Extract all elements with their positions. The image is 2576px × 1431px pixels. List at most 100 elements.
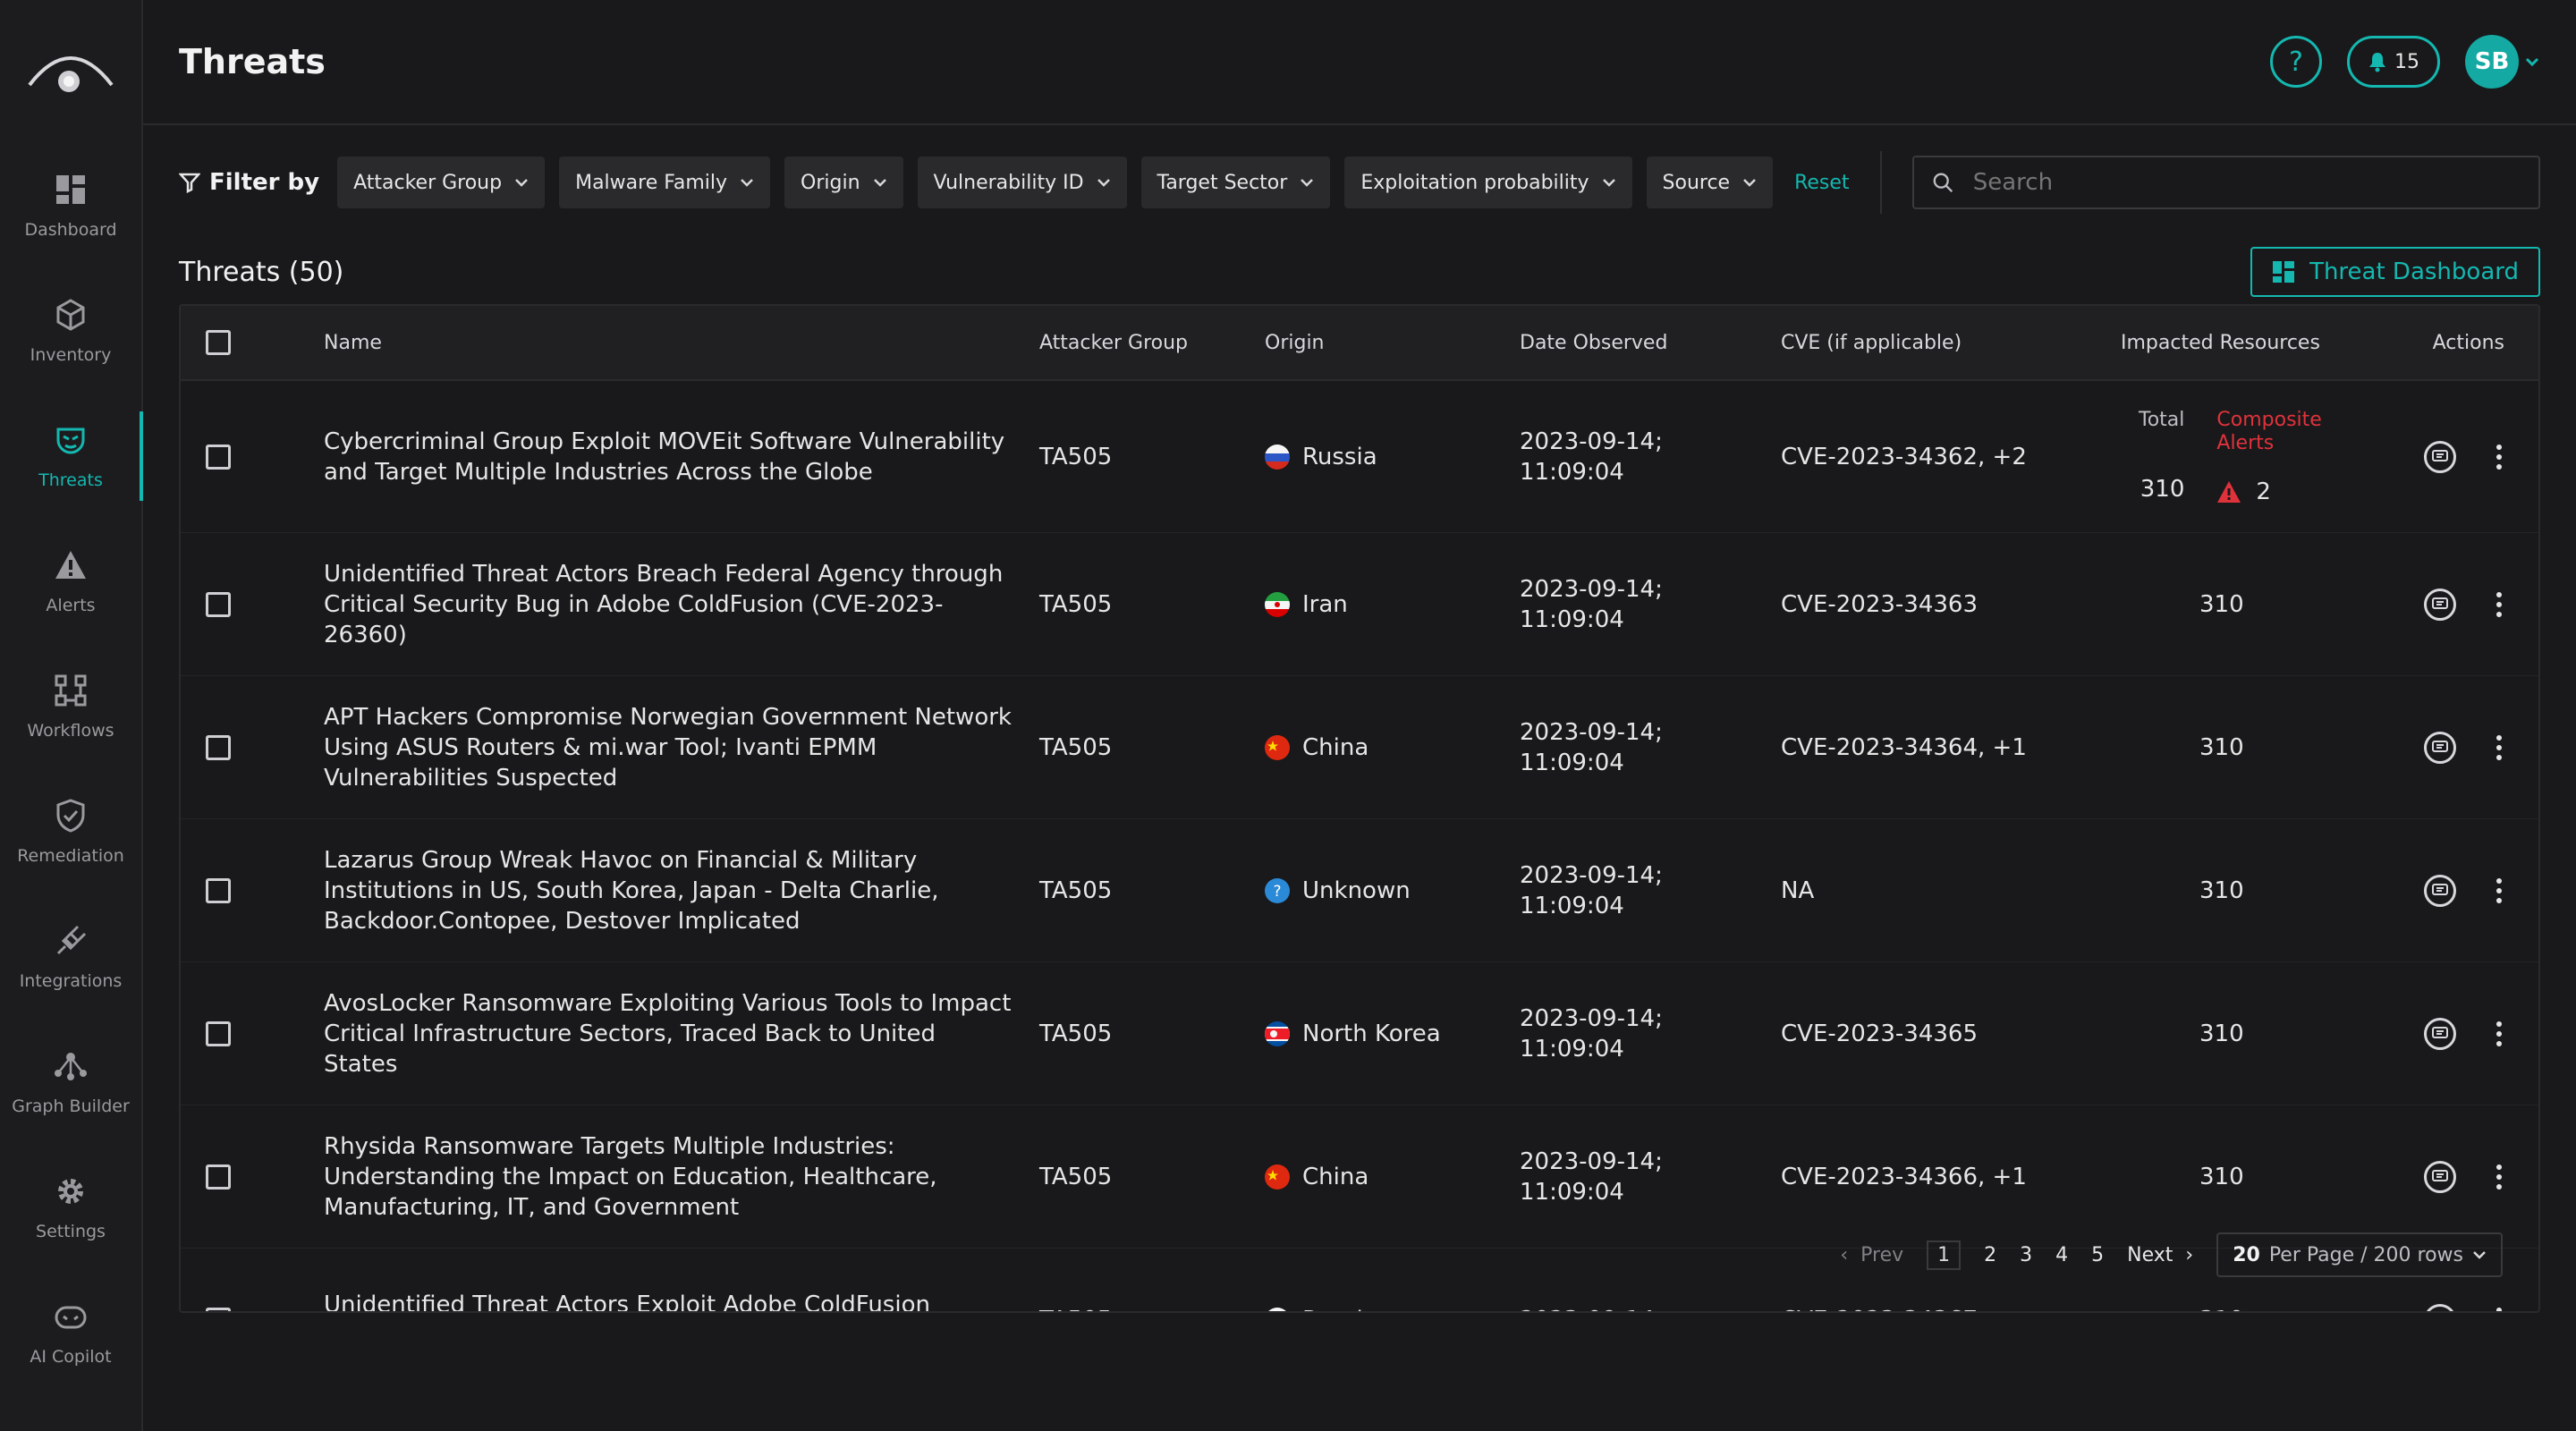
filter-target-sector-dropdown[interactable]: Target Sector	[1140, 157, 1331, 208]
chevron-down-icon	[1097, 179, 1110, 187]
row-checkbox[interactable]	[206, 444, 231, 470]
more-options-icon[interactable]	[2496, 877, 2503, 903]
threat-name[interactable]: Cybercriminal Group Exploit MOVEit Softw…	[324, 427, 1039, 487]
filter-exploitation-probability-dropdown[interactable]: Exploitation probability	[1344, 157, 1632, 208]
filter-attacker-group-dropdown[interactable]: Attacker Group	[337, 157, 546, 208]
threat-name[interactable]: AvosLocker Ransomware Exploiting Various…	[324, 988, 1039, 1080]
table-row[interactable]: APT Hackers Compromise Norwegian Governm…	[181, 676, 2538, 819]
row-checkbox[interactable]	[206, 591, 231, 617]
search-box[interactable]	[1911, 156, 2540, 209]
filter-source-dropdown[interactable]: Source	[1646, 157, 1774, 208]
chat-icon[interactable]	[2424, 440, 2456, 473]
select-all-checkbox[interactable]	[206, 330, 231, 355]
search-input[interactable]	[1972, 169, 2521, 196]
sidebar-item-remediation[interactable]: Remediation	[0, 769, 141, 894]
actions-cell	[2420, 1303, 2538, 1311]
column-header-impacted[interactable]: Impacted Resources	[2121, 332, 2420, 354]
chat-icon[interactable]	[2424, 588, 2456, 621]
table-row[interactable]: Lazarus Group Wreak Havoc on Financial &…	[181, 819, 2538, 962]
logo[interactable]	[0, 0, 141, 143]
page-numbers: 12 3 4 5	[1927, 1240, 2104, 1270]
more-options-icon[interactable]	[2496, 734, 2503, 760]
chevron-down-icon	[1301, 179, 1314, 187]
sidebar-item-alerts[interactable]: Alerts	[0, 519, 141, 644]
prev-page-button[interactable]: ‹ Prev	[1840, 1244, 1903, 1266]
alert-triangle-icon	[2217, 480, 2241, 503]
attacker-group: TA505	[1039, 733, 1113, 761]
next-page-button[interactable]: Next ›	[2127, 1244, 2193, 1266]
page-number-button[interactable]: 3	[2020, 1244, 2032, 1266]
actions-cell	[2420, 1017, 2538, 1050]
sidebar-item-threats[interactable]: Threats	[0, 394, 143, 519]
column-header-origin[interactable]: Origin	[1265, 332, 1520, 354]
sidebar-item-ai-copilot[interactable]: AI Copilot	[0, 1270, 141, 1395]
table-row[interactable]: Unidentified Threat Actors Breach Federa…	[181, 533, 2538, 676]
table-row[interactable]: Rhysida Ransomware Targets Multiple Indu…	[181, 1105, 2538, 1249]
total-label: Total	[2139, 408, 2185, 431]
flag-russia-icon	[1265, 444, 1290, 470]
sidebar-item-label: Graph Builder	[12, 1097, 130, 1116]
sidebar-item-label: Dashboard	[24, 220, 117, 240]
page-number-button[interactable]: 4	[2055, 1244, 2068, 1266]
flag-unknown-icon: ?	[1265, 877, 1290, 903]
reset-filters-link[interactable]: Reset	[1794, 172, 1849, 194]
more-options-icon[interactable]	[2496, 1164, 2503, 1190]
threat-name[interactable]: APT Hackers Compromise Norwegian Governm…	[324, 702, 1039, 793]
chat-icon[interactable]	[2424, 731, 2456, 764]
filter-vulnerability-id-dropdown[interactable]: Vulnerability ID	[917, 157, 1127, 208]
chat-icon[interactable]	[2424, 1303, 2456, 1311]
filter-origin-dropdown[interactable]: Origin	[784, 157, 903, 208]
date-observed: 2023-09-14; 11:09:04	[1520, 575, 1663, 633]
impacted-resources-cell: 310	[2199, 876, 2244, 904]
sidebar-item-graph-builder[interactable]: Graph Builder	[0, 1020, 141, 1145]
chevron-down-icon	[2473, 1251, 2486, 1259]
actions-cell	[2420, 874, 2538, 907]
flag-china-icon	[1265, 734, 1290, 760]
sidebar-item-integrations[interactable]: Integrations	[0, 894, 141, 1020]
search-icon	[1933, 173, 1953, 193]
page-number-button[interactable]: 5	[2091, 1244, 2104, 1266]
user-menu[interactable]: SB	[2465, 35, 2540, 89]
sidebar-item-label: Integrations	[19, 971, 123, 991]
filter-malware-family-dropdown[interactable]: Malware Family	[559, 157, 771, 208]
impacted-resources-cell: 310	[2121, 1307, 2420, 1312]
threat-name[interactable]: Unidentified Threat Actors Breach Federa…	[324, 559, 1039, 650]
column-header-attacker-group[interactable]: Attacker Group	[1039, 332, 1265, 354]
column-header-cve[interactable]: CVE (if applicable)	[1781, 332, 2121, 354]
chat-icon[interactable]	[2424, 874, 2456, 907]
page-number-button[interactable]: 2	[1984, 1244, 1996, 1266]
row-checkbox[interactable]	[206, 734, 231, 760]
column-header-date[interactable]: Date Observed	[1520, 332, 1781, 354]
threat-name[interactable]: Unidentified Threat Actors Exploit Adobe…	[324, 1290, 1039, 1312]
table-row[interactable]: AvosLocker Ransomware Exploiting Various…	[181, 962, 2538, 1105]
more-options-icon[interactable]	[2496, 1020, 2503, 1046]
sidebar-item-settings[interactable]: Settings	[0, 1145, 141, 1270]
more-options-icon[interactable]	[2496, 591, 2503, 617]
threat-name[interactable]: Lazarus Group Wreak Havoc on Financial &…	[324, 845, 1039, 936]
help-button[interactable]: ?	[2270, 36, 2322, 88]
divider	[1879, 151, 1882, 214]
chat-icon[interactable]	[2424, 1017, 2456, 1050]
more-options-icon[interactable]	[2496, 444, 2503, 470]
page-number-button[interactable]: 1	[1927, 1240, 1962, 1270]
row-checkbox[interactable]	[206, 1164, 231, 1190]
row-checkbox[interactable]	[206, 877, 231, 903]
sidebar-item-inventory[interactable]: Inventory	[0, 268, 141, 394]
threat-dashboard-button[interactable]: Threat Dashboard	[2250, 247, 2540, 297]
chat-icon[interactable]	[2424, 1160, 2456, 1193]
row-checkbox[interactable]	[206, 1307, 231, 1311]
more-options-icon[interactable]	[2496, 1307, 2503, 1311]
notifications-button[interactable]: 15	[2347, 36, 2440, 88]
date-observed: 2023-09-14; 11:09:04	[1520, 718, 1663, 776]
column-header-name[interactable]: Name	[324, 332, 1039, 354]
help-icon: ?	[2289, 46, 2303, 78]
threat-name[interactable]: Rhysida Ransomware Targets Multiple Indu…	[324, 1131, 1039, 1223]
per-page-select[interactable]: 20 Per Page / 200 rows	[2216, 1232, 2503, 1277]
origin-name: Russia	[1302, 443, 1377, 470]
row-checkbox[interactable]	[206, 1020, 231, 1046]
sidebar-item-dashboard[interactable]: Dashboard	[0, 143, 141, 268]
table-row[interactable]: Cybercriminal Group Exploit MOVEit Softw…	[181, 381, 2538, 533]
dashboard-icon	[2273, 261, 2295, 283]
gear-icon	[53, 1173, 89, 1209]
sidebar-item-workflows[interactable]: Workflows	[0, 644, 141, 769]
